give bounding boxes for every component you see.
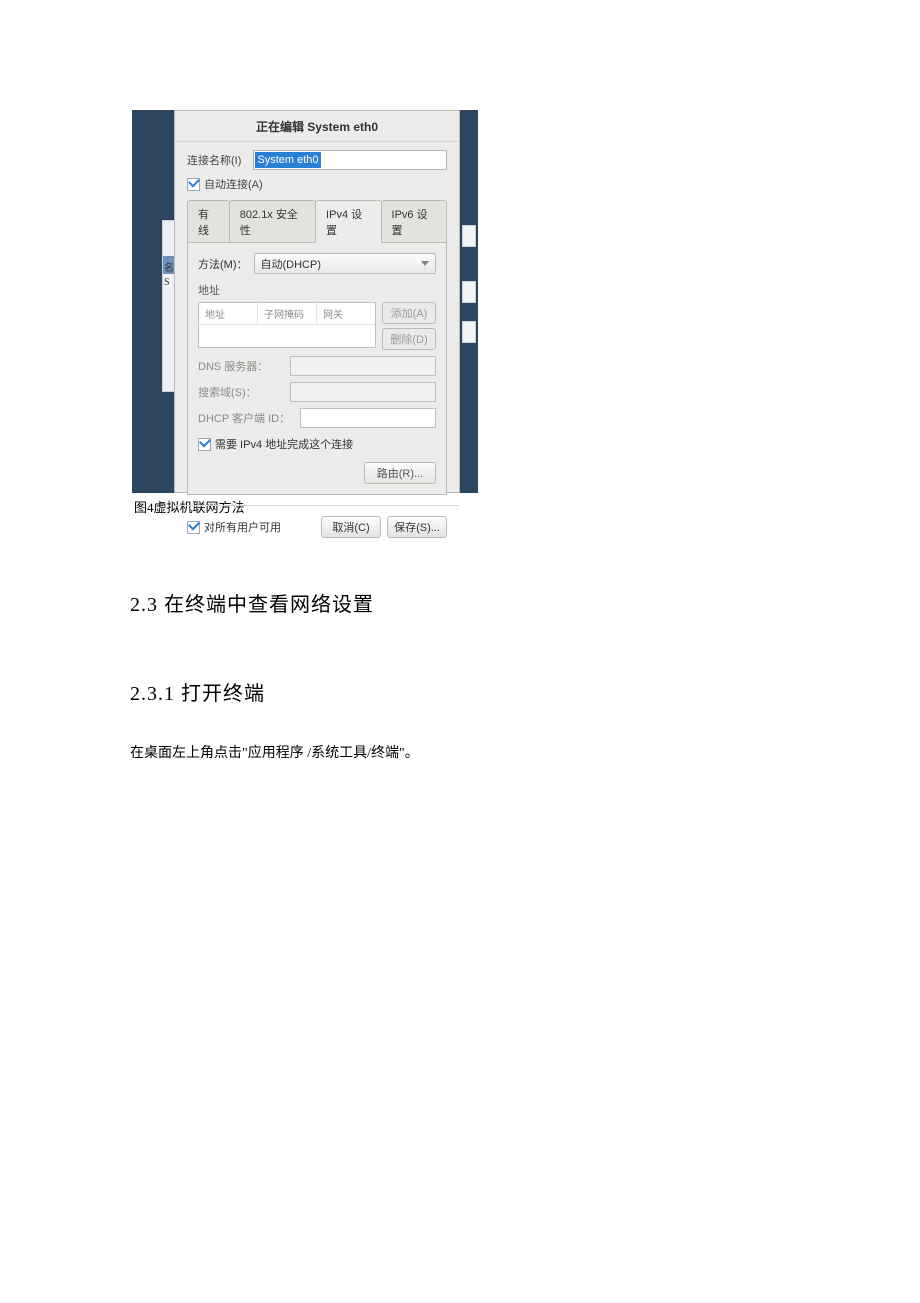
dialog-title: 正在编辑 System eth0 xyxy=(175,111,459,142)
dns-input[interactable] xyxy=(290,356,436,376)
routes-button[interactable]: 路由(R)... xyxy=(364,462,436,484)
save-button[interactable]: 保存(S)... xyxy=(387,516,447,538)
network-edit-dialog: 正在编辑 System eth0 连接名称(I) System eth0 自动连… xyxy=(174,110,460,493)
method-combo[interactable]: 自动(DHCP) xyxy=(254,253,437,274)
address-table-header: 地址 子网掩码 网关 xyxy=(199,303,375,325)
dns-label: DNS 服务器： xyxy=(198,358,284,374)
tab-wired[interactable]: 有线 xyxy=(187,200,230,242)
tabs: 有线 802.1x 安全性 IPv4 设置 IPv6 设置 xyxy=(187,200,447,242)
method-label: 方法(M)： xyxy=(198,256,248,272)
add-address-button[interactable]: 添加(A) xyxy=(382,302,436,324)
search-domain-label: 搜索域(S)： xyxy=(198,384,284,400)
heading-2-3-1: 2.3.1 打开终端 xyxy=(130,677,790,706)
cancel-button[interactable]: 取消(C) xyxy=(321,516,381,538)
require-ipv4-label: 需要 IPv4 地址完成这个连接 xyxy=(215,436,353,452)
connection-name-value: System eth0 xyxy=(255,152,320,168)
col-address: 地址 xyxy=(199,303,258,324)
dhcp-client-id-label: DHCP 客户端 ID： xyxy=(198,410,294,426)
ipv4-panel: 方法(M)： 自动(DHCP) 地址 地址 子网掩码 网关 xyxy=(187,242,447,495)
auto-connect-checkbox[interactable] xyxy=(187,178,200,191)
col-netmask: 子网掩码 xyxy=(258,303,317,324)
connection-name-label: 连接名称(I) xyxy=(187,152,241,168)
connection-name-input[interactable]: System eth0 xyxy=(253,150,447,170)
bg-char: S xyxy=(164,277,170,288)
chevron-down-icon xyxy=(421,261,429,266)
tab-8021x[interactable]: 802.1x 安全性 xyxy=(229,200,316,242)
address-table[interactable]: 地址 子网掩码 网关 xyxy=(198,302,376,348)
paragraph-open-terminal: 在桌面左上角点击"应用程序 /系统工具/终端"。 xyxy=(130,742,790,762)
method-value: 自动(DHCP) xyxy=(261,256,322,272)
tab-ipv6[interactable]: IPv6 设置 xyxy=(381,200,447,242)
all-users-label: 对所有用户可用 xyxy=(204,519,281,535)
require-ipv4-checkbox[interactable] xyxy=(198,438,211,451)
search-domain-input[interactable] xyxy=(290,382,436,402)
bg-char: 名 xyxy=(164,259,174,274)
auto-connect-label: 自动连接(A) xyxy=(204,176,263,192)
figure-screenshot: 名 S 正在编辑 System eth0 连接名称(I) System eth0… xyxy=(132,110,478,493)
dialog-footer: 对所有用户可用 取消(C) 保存(S)... xyxy=(175,505,459,548)
tab-ipv4[interactable]: IPv4 设置 xyxy=(315,200,381,243)
delete-address-button[interactable]: 删除(D) xyxy=(382,328,436,350)
col-gateway: 网关 xyxy=(317,303,375,324)
all-users-checkbox[interactable] xyxy=(187,521,200,534)
dhcp-client-id-input[interactable] xyxy=(300,408,436,428)
background-window-slivers-right xyxy=(462,225,476,361)
address-section-label: 地址 xyxy=(198,282,436,298)
heading-2-3: 2.3 在终端中查看网络设置 xyxy=(130,588,790,617)
